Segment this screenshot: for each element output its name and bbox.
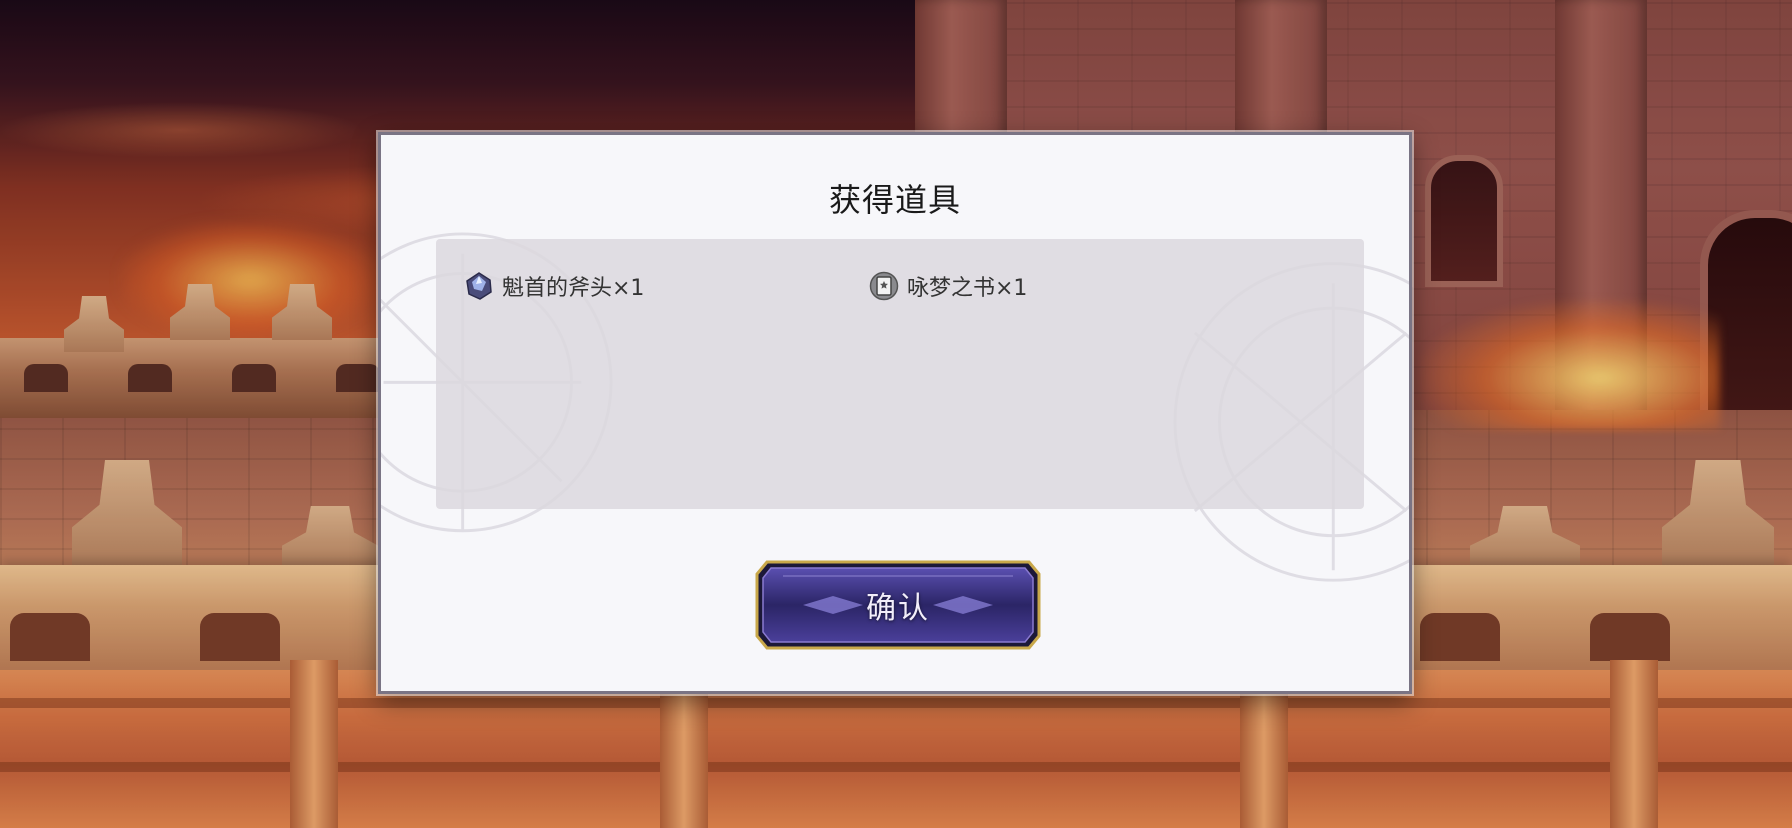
reward-item[interactable]: 魁首的斧头×1 [464,269,644,303]
item-reward-dialog: 获得道具 魁首的斧头×1 咏梦之书×1 确认 [378,132,1412,694]
confirm-button-label: 确认 [866,591,930,626]
book-icon [869,271,899,301]
reward-item-label: 魁首的斧头×1 [502,276,645,301]
reward-item-label: 咏梦之书×1 [907,276,1028,301]
crystal-ore-icon [464,271,494,301]
dialog-title: 获得道具 [828,181,961,219]
confirm-button[interactable]: 确认 [753,558,1043,652]
reward-item[interactable]: 咏梦之书×1 [869,269,1027,303]
reward-items-panel: 魁首的斧头×1 咏梦之书×1 [436,239,1364,509]
